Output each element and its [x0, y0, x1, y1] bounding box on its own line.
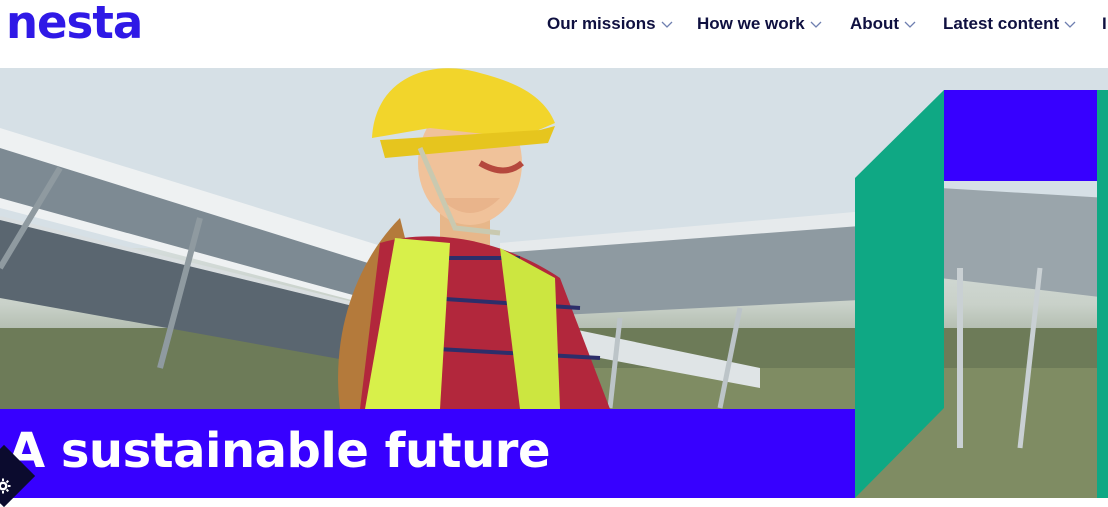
nav-label: Latest content	[943, 14, 1060, 33]
nav-overflow-glyph: I	[1102, 14, 1107, 33]
gear-icon	[0, 478, 11, 494]
nav-latest-content[interactable]: Latest content	[943, 13, 1076, 35]
nav-overflow-item[interactable]: I	[1102, 13, 1107, 35]
chevron-down-icon	[810, 21, 822, 28]
chevron-down-icon	[904, 21, 916, 28]
nav-label: Our missions	[547, 14, 656, 33]
nav-our-missions[interactable]: Our missions	[547, 13, 673, 35]
nesta-logo[interactable]: nesta	[6, 0, 143, 52]
nav-label: About	[850, 14, 900, 33]
hero-headline: A sustainable future	[8, 423, 551, 479]
nav-about[interactable]: About	[850, 13, 916, 35]
headline-box: A sustainable future	[0, 409, 855, 498]
hero-banner: A sustainable future	[0, 68, 1108, 498]
chevron-down-icon	[1064, 21, 1076, 28]
site-header: nesta Our missions How we work About Lat…	[0, 0, 1108, 68]
chevron-down-icon	[661, 21, 673, 28]
nav-label: How we work	[697, 14, 805, 33]
nav-how-we-work[interactable]: How we work	[697, 13, 822, 35]
